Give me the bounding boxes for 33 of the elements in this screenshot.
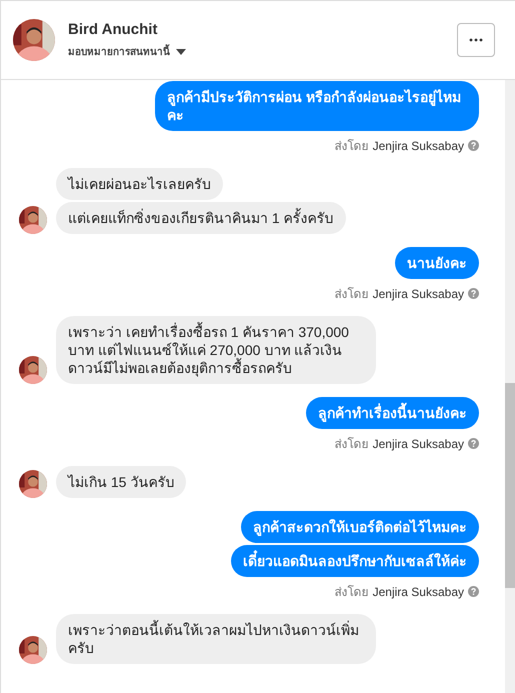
sender-name: Jenjira Suksabay <box>372 436 464 450</box>
avatar <box>19 636 47 664</box>
sent-by-label: ส่งโดย <box>334 138 369 155</box>
message-bubble: ไม่เคยผ่อนอะไรเลยครับ <box>56 168 223 200</box>
assign-label[interactable]: มอบหมายการสนทนานี้ <box>68 44 170 59</box>
sent-by-label: ส่งโดย <box>334 584 369 601</box>
caret-icon[interactable] <box>176 48 186 54</box>
message-bubble: ลูกค้าทำเรื่องนี้นานยังคะ <box>306 397 479 429</box>
sent-by-label: ส่งโดย <box>334 286 369 303</box>
message-bubble: ลูกค้าสะดวกให้เบอร์ติดต่อไว้ไหมคะ <box>241 511 479 543</box>
scrollbar[interactable] <box>505 80 515 693</box>
sent-by-label: ส่งโดย <box>334 436 369 453</box>
sender-name: Jenjira Suksabay <box>372 138 464 152</box>
message-bubble: ไม่เกิน 15 วันครับ <box>56 466 186 498</box>
more-icon <box>469 38 483 42</box>
sender-name: Jenjira Suksabay <box>372 584 464 598</box>
more-button[interactable] <box>457 23 495 57</box>
message-bubble: เพราะว่าตอนนี้เต้นให้เวลาผมไปหาเงินดาวน์เพิ่มครับ <box>56 614 376 664</box>
avatar <box>19 470 47 498</box>
avatar <box>13 19 55 61</box>
help-icon[interactable] <box>468 288 479 299</box>
help-icon[interactable] <box>468 438 479 449</box>
avatar <box>19 356 47 384</box>
message-bubble: เดี๋ยวแอดมินลองปรึกษากับเซลล์ให้ค่ะ <box>231 545 479 577</box>
message-bubble: เพราะว่า เคยทำเรื่องซื้อรถ 1 คันราคา 370,000 บาท แต่ไฟแนนซ์ให้แค่ 270,000 บาท แล้วเงินดาวน์มีไม่พอเลยต้องยุติการซื้อรถครับ <box>56 316 376 384</box>
help-icon[interactable] <box>468 140 479 151</box>
message-bubble: ลูกค้ามีประวัติการผ่อน หรือกำลังผ่อนอะไรอยู่ไหมคะ <box>155 81 479 131</box>
contact-name: Bird Anuchit <box>68 21 158 38</box>
avatar <box>19 206 47 234</box>
help-icon[interactable] <box>468 586 479 597</box>
message-bubble: แต่เคยแท็กซิ่งของเกียรตินาคินมา 1 ครั้งครับ <box>56 202 346 234</box>
sender-name: Jenjira Suksabay <box>372 286 464 300</box>
message-bubble: นานยังคะ <box>395 247 479 279</box>
